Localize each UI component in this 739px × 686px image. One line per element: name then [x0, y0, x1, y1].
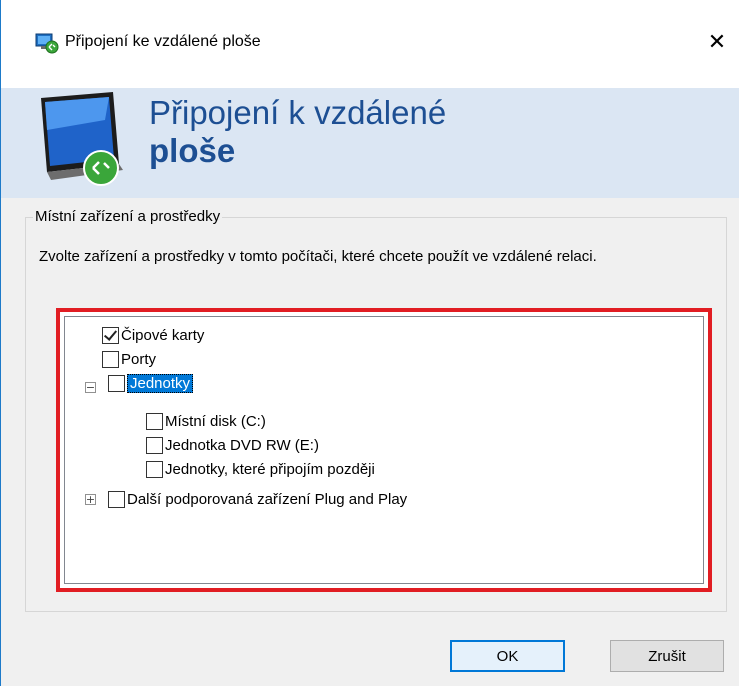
tree-item-label: Místní disk (C:) — [165, 412, 266, 430]
pnp-devices-checkbox[interactable] — [108, 490, 125, 508]
tree-item-smart-cards[interactable]: Čipové karty — [102, 323, 204, 347]
drives-checkbox[interactable] — [108, 374, 125, 392]
rdp-dialog-window: Připojení ke vzdálené ploše ✕ Připojení … — [0, 0, 739, 686]
tree-item-ports[interactable]: Porty — [102, 347, 156, 371]
smart-cards-checkbox[interactable] — [102, 326, 119, 344]
tree-item-label-selected: Jednotky — [127, 373, 194, 393]
group-description: Zvolte zařízení a prostředky v tomto poč… — [39, 248, 597, 265]
header-banner: Připojení k vzdálené ploše — [1, 88, 739, 198]
close-button[interactable]: ✕ — [699, 24, 735, 60]
device-tree[interactable]: Čipové karty Porty − Jednotky Místní dis… — [64, 316, 704, 584]
tree-item-label: Porty — [121, 350, 157, 368]
banner-title-line2: ploše — [149, 132, 236, 169]
ok-button[interactable]: OK — [450, 640, 565, 672]
cancel-button[interactable]: Zrušit — [610, 640, 724, 672]
tree-item-label: Jednotka DVD RW (E:) — [165, 436, 319, 454]
banner-title: Připojení k vzdálené ploše — [149, 94, 446, 170]
dialog-footer: OK Zrušit — [1, 628, 739, 686]
ports-checkbox[interactable] — [102, 350, 119, 368]
collapse-drives-icon[interactable]: − — [85, 382, 96, 393]
banner-title-line1: Připojení k vzdálené — [149, 94, 447, 131]
tree-item-local-disk[interactable]: Místní disk (C:) — [146, 409, 266, 433]
window-title: Připojení ke vzdálené ploše — [65, 33, 261, 50]
monitor-icon — [33, 90, 133, 194]
tree-item-label: Jednotky, které připojím později — [165, 460, 375, 478]
dialog-content: Místní zařízení a prostředky Zvolte zaří… — [1, 198, 739, 628]
tree-item-later-drives[interactable]: Jednotky, které připojím později — [146, 457, 375, 481]
highlight-frame: Čipové karty Porty − Jednotky Místní dis… — [56, 308, 712, 592]
later-drives-checkbox[interactable] — [146, 460, 163, 478]
title-bar: Připojení ke vzdálené ploše ✕ — [1, 0, 739, 88]
dvd-drive-checkbox[interactable] — [146, 436, 163, 454]
tree-item-pnp-devices[interactable]: Další podporovaná zařízení Plug and Play — [108, 487, 407, 511]
tree-item-label: Další podporovaná zařízení Plug and Play — [127, 490, 408, 508]
groupbox-legend: Místní zařízení a prostředky — [33, 208, 223, 225]
tree-item-drives[interactable]: Jednotky — [108, 371, 194, 395]
expand-pnp-icon[interactable]: + — [85, 494, 96, 505]
tree-item-dvd-drive[interactable]: Jednotka DVD RW (E:) — [146, 433, 319, 457]
remote-desktop-icon — [35, 32, 59, 54]
close-icon: ✕ — [707, 29, 727, 55]
local-disk-checkbox[interactable] — [146, 412, 163, 430]
tree-item-label: Čipové karty — [121, 326, 205, 344]
